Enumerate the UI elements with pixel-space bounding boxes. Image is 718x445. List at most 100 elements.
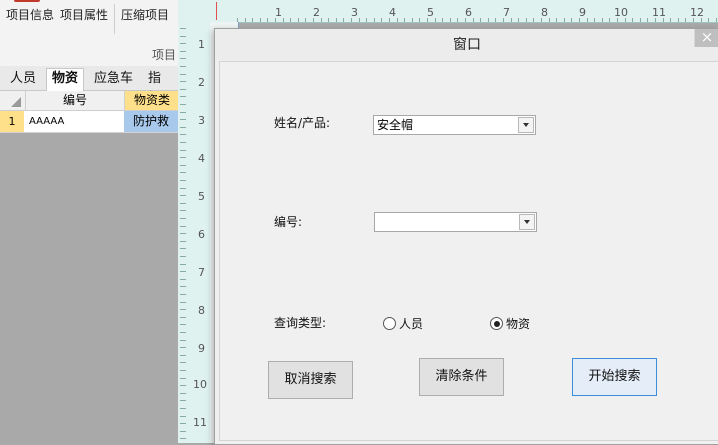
ruler-tick <box>252 18 253 22</box>
dialog-body: 姓名/产品: 安全帽 编号: 查询类型: 人员 物资 取消搜索 清除条件 开始搜… <box>219 61 718 441</box>
ruler-tick <box>180 51 186 52</box>
ruler-tick <box>511 18 512 22</box>
ruler-tick <box>397 18 398 22</box>
ruler-tick <box>275 18 276 22</box>
ruler-tick <box>427 18 428 22</box>
start-search-button[interactable]: 开始搜索 <box>572 358 657 396</box>
ruler-tick <box>180 210 186 211</box>
ruler-tick <box>343 18 344 22</box>
chevron-down-icon[interactable] <box>519 214 535 230</box>
ruler-tick <box>180 195 186 196</box>
ruler-tick <box>465 18 466 22</box>
ruler-tick <box>180 362 186 363</box>
select-all-corner[interactable] <box>0 91 24 110</box>
row-number[interactable]: 1 <box>0 111 24 132</box>
ruler-tick <box>693 18 694 22</box>
ruler-tick <box>180 119 186 120</box>
ruler-tick <box>412 18 413 22</box>
ruler-tick <box>180 332 186 333</box>
ruler-tick <box>180 112 186 113</box>
radio-materials[interactable] <box>490 317 503 330</box>
project-properties-button[interactable]: 项目属性 <box>60 6 108 23</box>
column-header-code[interactable]: 编号 <box>25 91 124 110</box>
name-product-label: 姓名/产品: <box>274 116 331 130</box>
radio-personnel-label[interactable]: 人员 <box>399 315 423 332</box>
ruler-tick <box>180 393 186 394</box>
radio-personnel[interactable] <box>383 317 396 330</box>
ruler-tick <box>374 18 375 22</box>
ruler-tick <box>655 18 656 22</box>
ruler-tick <box>381 18 382 22</box>
search-dialog: 窗口 × 姓名/产品: 安全帽 编号: 查询类型: 人员 物资 取消搜索 清除条… <box>214 28 718 445</box>
ruler-tick <box>305 18 306 22</box>
ruler-tick <box>180 309 186 310</box>
clear-conditions-button[interactable]: 清除条件 <box>419 358 504 396</box>
ruler-tick <box>435 18 436 22</box>
tab-materials[interactable]: 物资 <box>46 68 85 91</box>
ruler-tick <box>180 279 186 280</box>
ruler-tick <box>579 18 580 22</box>
column-header-type[interactable]: 物资类 <box>124 91 179 110</box>
ruler-number: 11 <box>193 416 207 429</box>
chevron-down-icon[interactable] <box>518 117 534 133</box>
radio-materials-label[interactable]: 物资 <box>506 315 530 332</box>
ruler-number: 8 <box>198 304 205 317</box>
ruler-tick <box>180 127 186 128</box>
ruler-tick <box>617 18 618 22</box>
ruler-tick <box>670 18 671 22</box>
tab-command[interactable]: 指挥 <box>143 69 178 106</box>
project-info-icon <box>14 0 40 2</box>
ruler-tick <box>180 264 186 265</box>
ruler-tick <box>457 18 458 22</box>
ruler-tick <box>180 81 186 82</box>
close-icon: × <box>700 28 714 46</box>
ruler-number: 1 <box>275 6 282 19</box>
ruler-tick <box>640 18 641 22</box>
ruler-tick <box>180 89 186 90</box>
ruler-tick <box>518 18 519 22</box>
ruler-tick <box>180 134 186 135</box>
ruler-tick <box>180 165 186 166</box>
ruler-tick <box>366 18 367 22</box>
ruler-tick <box>359 18 360 22</box>
cancel-search-button[interactable]: 取消搜索 <box>268 361 353 399</box>
ruler-number: 3 <box>198 114 205 127</box>
ruler-number: 5 <box>198 190 205 203</box>
ruler-tick <box>419 18 420 22</box>
ruler-tick <box>180 355 186 356</box>
ruler-tick <box>180 233 186 234</box>
ruler-tick <box>503 18 504 22</box>
ruler-tick <box>716 18 717 22</box>
ruler-number: 2 <box>313 6 320 19</box>
table-row[interactable]: 1 AAAAA 防护救 <box>0 111 178 133</box>
ruler-tick <box>389 18 390 22</box>
ruler-tick <box>290 18 291 22</box>
ruler-tick <box>180 347 186 348</box>
tab-personnel[interactable]: 人员 <box>5 69 41 89</box>
tab-emergency-vehicle[interactable]: 应急车 <box>89 69 138 89</box>
ruler-tick <box>701 18 702 22</box>
cell-code[interactable]: AAAAA <box>25 111 123 132</box>
project-info-button[interactable]: 项目信息 <box>6 6 54 23</box>
ruler-tick <box>632 18 633 22</box>
dialog-title: 窗口 <box>215 29 718 61</box>
name-product-combobox[interactable]: 安全帽 <box>373 115 536 135</box>
ruler-number: 9 <box>579 6 586 19</box>
tab-bar: 人员 物资 应急车 指挥 <box>0 66 178 106</box>
code-combobox[interactable] <box>374 212 537 232</box>
ruler-tick <box>298 18 299 22</box>
ruler-tick <box>602 18 603 22</box>
ruler-tick <box>180 218 186 219</box>
grid-header: 编号 物资类 <box>0 91 179 111</box>
close-button[interactable]: × <box>694 29 718 47</box>
ruler-tick <box>245 18 246 22</box>
ruler-tick <box>180 43 186 44</box>
ruler-tick <box>564 18 565 22</box>
compress-project-button[interactable]: 压缩项目 <box>121 6 169 23</box>
ruler-number: 8 <box>541 6 548 19</box>
ruler-tick <box>336 18 337 22</box>
cell-type[interactable]: 防护救 <box>124 111 178 132</box>
ruler-tick <box>708 18 709 22</box>
ribbon-separator <box>114 4 115 34</box>
ruler-tick <box>180 286 186 287</box>
